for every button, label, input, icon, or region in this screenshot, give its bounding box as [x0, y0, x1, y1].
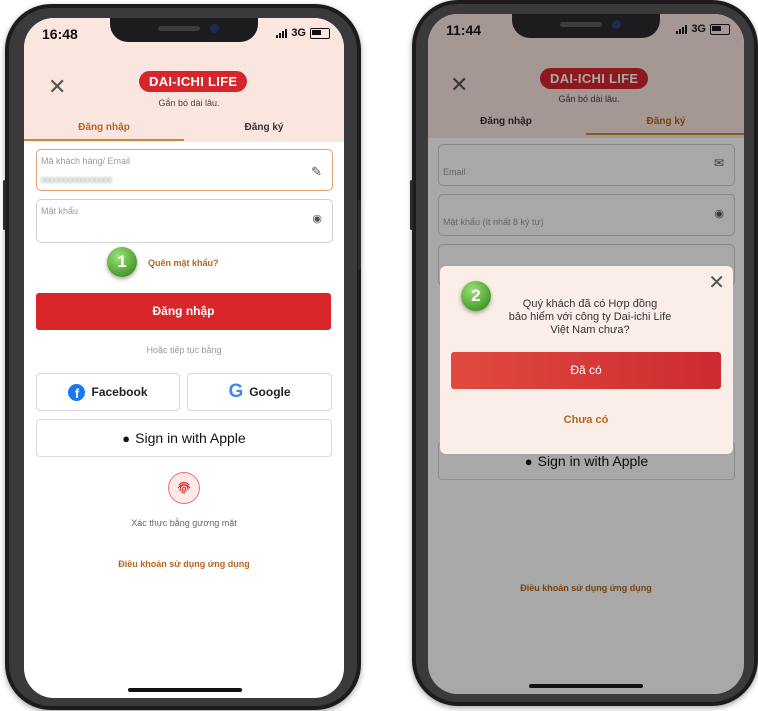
- notch: [110, 18, 258, 42]
- facebook-button[interactable]: f Facebook: [36, 373, 180, 411]
- google-label: Google: [249, 385, 291, 399]
- yes-button[interactable]: Đã có: [451, 352, 721, 389]
- status-indicators: 3G: [276, 27, 330, 39]
- home-indicator: [128, 688, 242, 692]
- tab-login[interactable]: Đăng nhập: [44, 122, 164, 133]
- field-label: Mật khẩu: [41, 206, 79, 216]
- login-button[interactable]: Đăng nhập: [36, 293, 331, 330]
- side-button: [410, 180, 413, 230]
- status-indicators: 3G: [676, 23, 730, 35]
- side-button: [358, 200, 361, 270]
- side-button: [3, 180, 6, 230]
- apple-label: Sign in with Apple: [135, 430, 246, 446]
- tab-register[interactable]: Đăng ký: [204, 122, 324, 133]
- fingerprint-icon: [177, 481, 191, 494]
- close-icon[interactable]: ✕: [708, 270, 725, 295]
- field-label: Mã khách hàng/ Email: [41, 156, 131, 166]
- apple-signin-button[interactable]: ● Sign in with Apple: [36, 419, 332, 457]
- brand-slogan: Gắn bó dài lâu.: [158, 98, 220, 108]
- edit-pencil-icon[interactable]: ✎: [311, 164, 322, 180]
- continue-with-text: Hoặc tiếp tục bằng: [146, 345, 222, 355]
- screen-login: 16:48 3G ✕ DAI-ICHI LIFE Gắn bó dài lâu.…: [24, 18, 344, 698]
- eye-icon[interactable]: ◉: [312, 212, 322, 225]
- google-button[interactable]: G Google: [187, 373, 332, 411]
- step-badge-2: 2: [461, 281, 491, 311]
- status-time: 11:44: [446, 22, 482, 38]
- question-line: Quý khách đã có Hợp đồng: [522, 298, 658, 310]
- face-id-button[interactable]: [168, 472, 200, 504]
- signal-icon: [276, 28, 288, 38]
- field-value: 0000000000000000: [41, 176, 113, 185]
- question-line: bảo hiểm với công ty Dai-ichi Life: [508, 311, 672, 323]
- home-indicator: [529, 684, 643, 688]
- forgot-password-link[interactable]: Quên mật khẩu?: [148, 258, 219, 268]
- terms-link[interactable]: Điều khoản sử dụng ứng dụng: [24, 559, 344, 569]
- facebook-icon: f: [68, 383, 86, 401]
- step-badge-1: 1: [107, 247, 137, 277]
- no-button[interactable]: Chưa có: [451, 414, 721, 426]
- screen-register: 11:44 3G ✕ DAI-ICHI LIFE Gắn bó dài lâu.…: [428, 14, 744, 694]
- password-field[interactable]: Mật khẩu ◉: [36, 199, 333, 243]
- close-icon[interactable]: ✕: [48, 74, 66, 100]
- apple-icon: ●: [122, 430, 131, 446]
- signal-icon: [676, 24, 688, 34]
- question-line: Việt Nam chưa?: [550, 324, 630, 336]
- dialog-question: Quý khách đã có Hợp đồng bảo hiểm với cô…: [470, 298, 710, 337]
- tab-active-underline: [24, 139, 184, 141]
- facebook-label: Facebook: [91, 385, 148, 399]
- network-type: 3G: [691, 23, 706, 35]
- network-type: 3G: [291, 27, 306, 39]
- google-icon: G: [228, 381, 244, 402]
- battery-icon: [710, 23, 730, 35]
- face-id-text: Xác thực bằng gương mặt: [131, 518, 237, 528]
- status-time: 16:48: [42, 26, 78, 42]
- customer-id-field[interactable]: Mã khách hàng/ Email 0000000000000000 ✎: [36, 149, 333, 191]
- brand-logo: DAI-ICHI LIFE: [139, 71, 248, 92]
- battery-icon: [310, 27, 330, 39]
- notch: [512, 14, 660, 38]
